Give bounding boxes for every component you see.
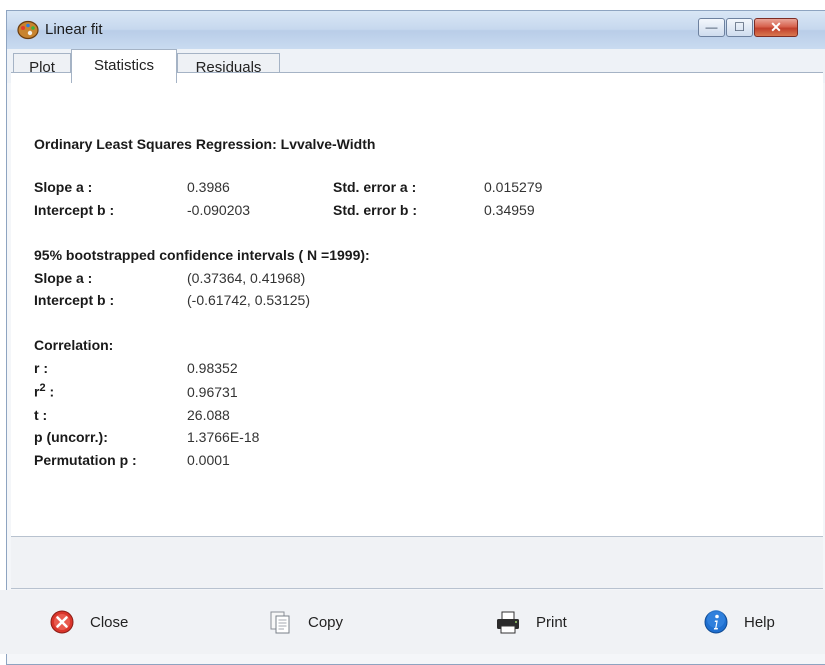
correlation-heading: Correlation: bbox=[34, 337, 114, 353]
copy-button[interactable]: Copy bbox=[266, 605, 343, 639]
status-area bbox=[11, 537, 823, 589]
permutation-p-label: Permutation p : bbox=[34, 452, 137, 468]
button-bar: Close Copy Print Help bbox=[0, 590, 825, 654]
slope-value: 0.3986 bbox=[187, 179, 230, 195]
printer-icon bbox=[497, 611, 519, 634]
palette-icon bbox=[17, 20, 39, 40]
regression-heading: Ordinary Least Squares Regression: Lvval… bbox=[34, 136, 376, 152]
r-value: 0.98352 bbox=[187, 360, 238, 376]
copy-button-label: Copy bbox=[308, 613, 344, 631]
ci-intercept-value: (-0.61742, 0.53125) bbox=[187, 292, 310, 308]
p-uncorr-value: 1.3766E-18 bbox=[187, 429, 260, 445]
ci-slope-label: Slope a : bbox=[34, 270, 93, 286]
close-button-label: Close bbox=[90, 613, 129, 631]
slope-label: Slope a : bbox=[34, 179, 93, 195]
close-circle-icon bbox=[50, 610, 74, 634]
info-icon bbox=[704, 610, 728, 634]
help-button-label: Help bbox=[744, 613, 775, 631]
r-squared-label: r2 : bbox=[34, 382, 55, 400]
close-x-icon: ✕ bbox=[770, 19, 782, 35]
intercept-label: Intercept b : bbox=[34, 202, 115, 218]
r-squared-value: 0.96731 bbox=[187, 384, 238, 400]
maximize-button[interactable]: ☐ bbox=[726, 18, 753, 37]
t-label: t : bbox=[34, 407, 48, 423]
std-error-b-label: Std. error b : bbox=[333, 202, 418, 218]
intercept-value: -0.090203 bbox=[187, 202, 251, 218]
p-uncorr-label: p (uncorr.): bbox=[34, 429, 108, 445]
std-error-a-label: Std. error a : bbox=[333, 179, 417, 195]
ci-intercept-label: Intercept b : bbox=[34, 292, 115, 308]
std-error-a-value: 0.015279 bbox=[484, 179, 543, 195]
window-title: Linear fit bbox=[45, 21, 103, 38]
permutation-p-value: 0.0001 bbox=[187, 452, 230, 468]
copy-icon bbox=[270, 611, 290, 634]
ci-heading: 95% bootstrapped confidence intervals ( … bbox=[34, 247, 370, 263]
print-button[interactable]: Print bbox=[494, 605, 567, 639]
tab-statistics[interactable]: Statistics bbox=[71, 49, 177, 83]
maximize-icon: ☐ bbox=[734, 20, 745, 34]
minimize-button[interactable]: — bbox=[698, 18, 725, 37]
help-button[interactable]: Help bbox=[702, 605, 775, 639]
statistics-panel: Ordinary Least Squares Regression: Lvval… bbox=[11, 72, 823, 537]
r-label: r : bbox=[34, 360, 48, 376]
t-value: 26.088 bbox=[187, 407, 230, 423]
ci-slope-value: (0.37364, 0.41968) bbox=[187, 270, 306, 286]
print-button-label: Print bbox=[536, 613, 567, 631]
window-close-button[interactable]: ✕ bbox=[754, 18, 798, 37]
close-button[interactable]: Close bbox=[48, 605, 128, 639]
title-bar[interactable]: Linear fit — ☐ ✕ bbox=[7, 11, 825, 49]
std-error-b-value: 0.34959 bbox=[484, 202, 535, 218]
minimize-icon: — bbox=[705, 20, 718, 34]
